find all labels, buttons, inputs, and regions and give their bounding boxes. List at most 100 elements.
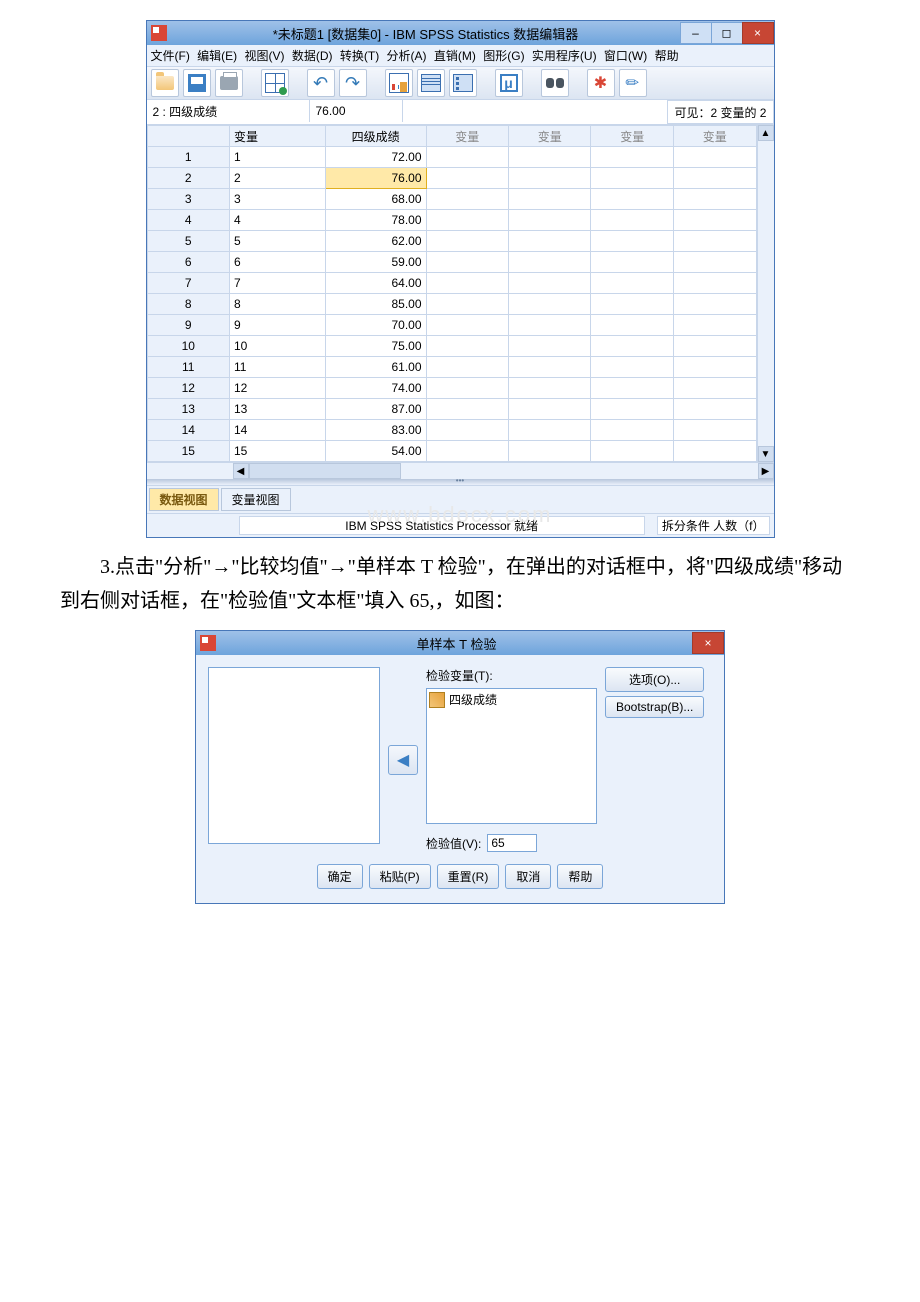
cell-empty[interactable] (591, 315, 673, 336)
table-row[interactable]: 6659.00 (147, 252, 756, 273)
options-button[interactable]: 选项(O)... (605, 667, 704, 692)
cell-empty[interactable] (673, 294, 756, 315)
col-header-var[interactable]: 变量 (229, 126, 325, 147)
row-number[interactable]: 8 (147, 294, 229, 315)
maximize-button[interactable]: ◻ (711, 22, 743, 44)
cell-var[interactable]: 4 (229, 210, 325, 231)
row-number[interactable]: 13 (147, 399, 229, 420)
cell-empty[interactable] (509, 189, 591, 210)
col-header-empty-1[interactable]: 变量 (426, 126, 508, 147)
cell-empty[interactable] (426, 294, 508, 315)
cell-var[interactable]: 10 (229, 336, 325, 357)
col-header-empty-3[interactable]: 变量 (591, 126, 673, 147)
table-row[interactable]: 9970.00 (147, 315, 756, 336)
insert-case-button[interactable]: ✱ (587, 69, 615, 97)
cell-empty[interactable] (591, 231, 673, 252)
tab-variable-view[interactable]: 变量视图 (221, 488, 291, 511)
cell-empty[interactable] (509, 441, 591, 462)
col-header-empty-2[interactable]: 变量 (509, 126, 591, 147)
test-variables-list[interactable]: 四级成绩 (426, 688, 597, 824)
cell-empty[interactable] (591, 294, 673, 315)
cell-empty[interactable] (673, 357, 756, 378)
variables-button[interactable] (449, 69, 477, 97)
menu-transform[interactable]: 转换(T) (340, 49, 379, 63)
cell-var[interactable]: 5 (229, 231, 325, 252)
cell-empty[interactable] (426, 210, 508, 231)
test-variable-item[interactable]: 四级成绩 (429, 691, 594, 708)
cell-empty[interactable] (673, 336, 756, 357)
cell-empty[interactable] (591, 147, 673, 168)
row-number[interactable]: 5 (147, 231, 229, 252)
table-row[interactable]: 151554.00 (147, 441, 756, 462)
cell-empty[interactable] (426, 189, 508, 210)
cell-score[interactable]: 87.00 (325, 399, 426, 420)
row-number[interactable]: 6 (147, 252, 229, 273)
cell-var[interactable]: 1 (229, 147, 325, 168)
cell-empty[interactable] (509, 378, 591, 399)
cell-empty[interactable] (426, 168, 508, 189)
cell-var[interactable]: 3 (229, 189, 325, 210)
cell-var[interactable]: 6 (229, 252, 325, 273)
goto-case-button[interactable] (385, 69, 413, 97)
cell-empty[interactable] (673, 147, 756, 168)
cell-empty[interactable] (426, 231, 508, 252)
cell-empty[interactable] (591, 399, 673, 420)
row-number[interactable]: 14 (147, 420, 229, 441)
cancel-button[interactable]: 取消 (505, 864, 551, 889)
hscroll-thumb[interactable] (249, 463, 401, 479)
cell-empty[interactable] (509, 147, 591, 168)
cell-empty[interactable] (426, 147, 508, 168)
vertical-scrollbar[interactable]: ▲ ▼ (757, 125, 774, 462)
close-button[interactable]: × (742, 22, 774, 44)
row-number[interactable]: 4 (147, 210, 229, 231)
cell-empty[interactable] (509, 294, 591, 315)
cell-score[interactable]: 75.00 (325, 336, 426, 357)
cell-var[interactable]: 2 (229, 168, 325, 189)
dialog-close-button[interactable]: × (692, 632, 724, 654)
cell-empty[interactable] (509, 168, 591, 189)
cell-score[interactable]: 68.00 (325, 189, 426, 210)
cell-empty[interactable] (509, 336, 591, 357)
row-number[interactable]: 2 (147, 168, 229, 189)
table-row[interactable]: 8885.00 (147, 294, 756, 315)
cell-empty[interactable] (426, 336, 508, 357)
cell-empty[interactable] (591, 357, 673, 378)
cell-var[interactable]: 8 (229, 294, 325, 315)
cell-empty[interactable] (426, 441, 508, 462)
menu-analyze[interactable]: 分析(A) (387, 49, 427, 63)
cell-empty[interactable] (673, 441, 756, 462)
cell-var[interactable]: 14 (229, 420, 325, 441)
row-number[interactable]: 7 (147, 273, 229, 294)
cell-score[interactable]: 72.00 (325, 147, 426, 168)
active-cell-value[interactable]: 76.00 (310, 100, 403, 122)
menu-util[interactable]: 实用程序(U) (532, 49, 597, 63)
paste-button[interactable]: 粘贴(P) (369, 864, 431, 889)
cell-score[interactable]: 61.00 (325, 357, 426, 378)
recall-dialog-button[interactable] (261, 69, 289, 97)
cell-empty[interactable] (591, 168, 673, 189)
bootstrap-button[interactable]: Bootstrap(B)... (605, 696, 704, 718)
value-labels-button[interactable]: ✎ (619, 69, 647, 97)
print-button[interactable] (215, 69, 243, 97)
cell-var[interactable]: 13 (229, 399, 325, 420)
row-number[interactable]: 3 (147, 189, 229, 210)
cell-empty[interactable] (591, 210, 673, 231)
cell-empty[interactable] (673, 315, 756, 336)
cell-empty[interactable] (509, 420, 591, 441)
row-number[interactable]: 9 (147, 315, 229, 336)
cell-empty[interactable] (426, 315, 508, 336)
table-row[interactable]: 101075.00 (147, 336, 756, 357)
table-row[interactable]: 111161.00 (147, 357, 756, 378)
cell-var[interactable]: 7 (229, 273, 325, 294)
cell-empty[interactable] (591, 420, 673, 441)
table-row[interactable]: 1172.00 (147, 147, 756, 168)
cell-empty[interactable] (509, 357, 591, 378)
table-row[interactable]: 4478.00 (147, 210, 756, 231)
grid-splitter[interactable] (147, 479, 774, 485)
cell-empty[interactable] (426, 420, 508, 441)
cell-empty[interactable] (673, 231, 756, 252)
cell-empty[interactable] (673, 168, 756, 189)
cell-score[interactable]: 74.00 (325, 378, 426, 399)
ok-button[interactable]: 确定 (317, 864, 363, 889)
row-number[interactable]: 10 (147, 336, 229, 357)
